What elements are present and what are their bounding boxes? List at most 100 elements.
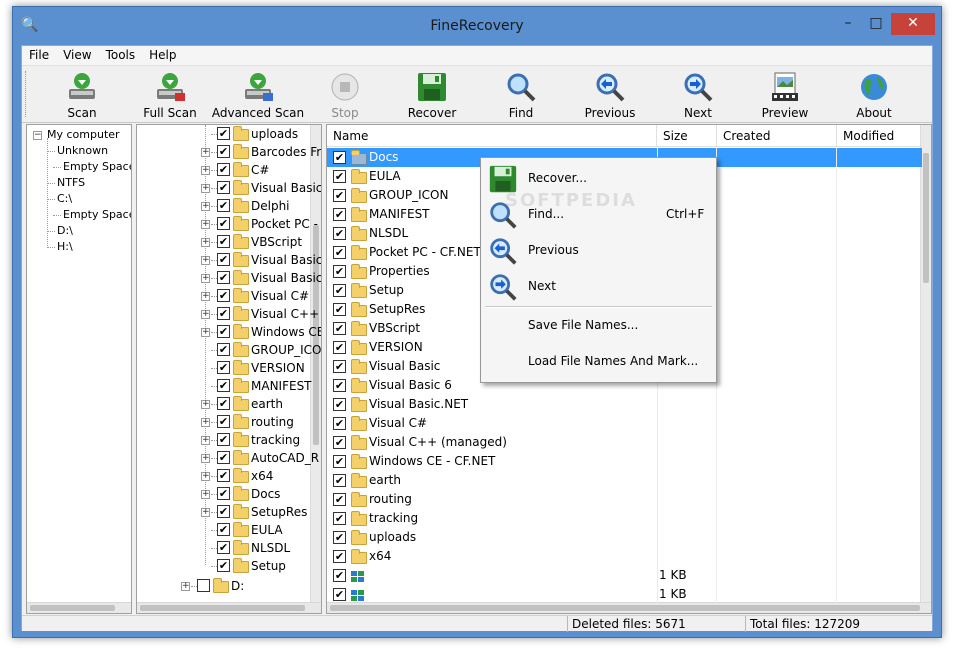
folder-checkbox[interactable]: ✔ <box>217 433 230 446</box>
drive-tree-hscroll[interactable] <box>27 602 131 613</box>
column-header-name[interactable]: Name <box>327 125 657 147</box>
folder-tree-item[interactable]: ✔ MANIFEST <box>137 377 312 395</box>
expand-toggle[interactable]: + <box>201 328 210 337</box>
folder-checkbox[interactable]: ✔ <box>217 289 230 302</box>
row-checkbox[interactable]: ✔ <box>333 170 346 183</box>
folder-tree-item[interactable]: + D: <box>137 577 311 595</box>
context-menu-next[interactable]: Next <box>483 270 714 304</box>
column-header-size[interactable]: Size <box>657 125 717 147</box>
expand-toggle[interactable]: + <box>201 436 210 445</box>
file-list-row[interactable]: ✔ Windows CE - CF.NET <box>327 452 922 471</box>
menu-tools[interactable]: Tools <box>99 46 143 64</box>
folder-tree-item[interactable]: + ✔ Pocket PC - <box>137 215 318 233</box>
collapse-toggle[interactable]: − <box>33 131 42 140</box>
row-checkbox[interactable]: ✔ <box>333 512 346 525</box>
row-checkbox[interactable]: ✔ <box>333 151 346 164</box>
folder-tree-item[interactable]: ✔ NLSDL <box>137 539 311 557</box>
next-button[interactable]: Next <box>668 69 728 121</box>
folder-tree-item[interactable]: + ✔ C# <box>137 161 311 179</box>
file-list-row[interactable]: ✔ routing <box>327 490 922 509</box>
advanced-scan-button[interactable]: Advanced Scan <box>210 69 306 121</box>
file-list-row[interactable]: ✔ Visual C# <box>327 414 922 433</box>
folder-tree-item[interactable]: ✔ uploads <box>137 125 311 143</box>
expand-toggle[interactable]: + <box>181 582 190 591</box>
column-header-created[interactable]: Created <box>717 125 837 147</box>
scan-button[interactable]: Scan <box>52 69 112 121</box>
recover-button[interactable]: Recover <box>402 69 462 121</box>
row-checkbox[interactable]: ✔ <box>333 227 346 240</box>
folder-tree-item[interactable]: + ✔ Visual Basic <box>137 251 321 269</box>
file-list-row[interactable]: ✔ 1 KB <box>327 585 922 604</box>
drive-tree-item[interactable]: Empty Space <box>27 207 131 223</box>
folder-tree-item[interactable]: + ✔ Delphi <box>137 197 311 215</box>
row-checkbox[interactable]: ✔ <box>333 341 346 354</box>
row-checkbox[interactable]: ✔ <box>333 474 346 487</box>
folder-checkbox[interactable]: ✔ <box>217 469 230 482</box>
row-checkbox[interactable]: ✔ <box>333 322 346 335</box>
folder-tree-item[interactable]: + ✔ Visual Basic. <box>137 269 321 287</box>
expand-toggle[interactable]: + <box>201 418 210 427</box>
folder-checkbox[interactable]: ✔ <box>217 271 230 284</box>
context-menu-load-file-names-and-mark[interactable]: Load File Names And Mark... <box>483 349 714 375</box>
folder-checkbox[interactable]: ✔ <box>217 523 230 536</box>
folder-checkbox[interactable]: ✔ <box>217 307 230 320</box>
folder-tree-item[interactable]: + ✔ Docs <box>137 485 311 503</box>
expand-toggle[interactable]: + <box>201 256 210 265</box>
expand-toggle[interactable]: + <box>201 148 210 157</box>
row-checkbox[interactable]: ✔ <box>333 550 346 563</box>
folder-tree-item[interactable]: + ✔ AutoCAD_R <box>137 449 319 467</box>
row-checkbox[interactable]: ✔ <box>333 246 346 259</box>
file-list-row[interactable]: ✔ 1 KB <box>327 566 922 585</box>
expand-toggle[interactable]: + <box>201 454 210 463</box>
row-checkbox[interactable]: ✔ <box>333 379 346 392</box>
folder-checkbox[interactable]: ✔ <box>217 217 230 230</box>
folder-checkbox[interactable]: ✔ <box>217 559 230 572</box>
folder-checkbox[interactable]: ✔ <box>217 199 230 212</box>
drive-tree-item[interactable]: − My computer <box>27 127 131 143</box>
expand-toggle[interactable]: + <box>201 238 210 247</box>
row-checkbox[interactable]: ✔ <box>333 436 346 449</box>
row-checkbox[interactable]: ✔ <box>333 569 346 582</box>
folder-tree-item[interactable]: ✔ Setup <box>137 557 311 575</box>
folder-tree-item[interactable]: ✔ EULA <box>137 521 311 539</box>
folder-checkbox[interactable]: ✔ <box>217 451 230 464</box>
file-list-row[interactable]: ✔ Visual C++ (managed) <box>327 433 922 452</box>
toolbar-grip[interactable] <box>25 71 28 117</box>
folder-tree-item[interactable]: + ✔ Windows CE <box>137 323 321 341</box>
folder-tree-item[interactable]: + ✔ Visual C# <box>137 287 311 305</box>
expand-toggle[interactable]: + <box>201 472 210 481</box>
expand-toggle[interactable]: + <box>201 202 210 211</box>
row-checkbox[interactable]: ✔ <box>333 265 346 278</box>
drive-tree-item[interactable]: Unknown <box>27 143 131 159</box>
about-button[interactable]: About <box>844 69 904 121</box>
context-menu-previous[interactable]: Previous <box>483 234 714 268</box>
folder-checkbox[interactable]: ✔ <box>217 343 230 356</box>
file-list-row[interactable]: ✔ tracking <box>327 509 922 528</box>
find-button[interactable]: Find <box>491 69 551 121</box>
folder-checkbox[interactable] <box>197 579 210 592</box>
expand-toggle[interactable]: + <box>201 508 210 517</box>
folder-checkbox[interactable]: ✔ <box>217 235 230 248</box>
drive-tree-item[interactable]: Empty Space <box>27 159 131 175</box>
close-button[interactable]: ✕ <box>891 13 935 35</box>
folder-tree-item[interactable]: + ✔ SetupRes <box>137 503 311 521</box>
folder-tree-item[interactable]: + ✔ VBScript <box>137 233 311 251</box>
folder-tree-item[interactable]: + ✔ x64 <box>137 467 311 485</box>
folder-tree-item[interactable]: + ✔ tracking <box>137 431 311 449</box>
folder-tree-hscroll[interactable] <box>137 602 321 613</box>
expand-toggle[interactable]: + <box>201 310 210 319</box>
row-checkbox[interactable]: ✔ <box>333 588 346 601</box>
folder-tree-item[interactable]: ✔ VERSION <box>137 359 311 377</box>
scroll-thumb[interactable] <box>30 605 115 611</box>
file-list-row[interactable]: ✔ Visual Basic.NET <box>327 395 922 414</box>
expand-toggle[interactable]: + <box>201 274 210 283</box>
column-header-modified[interactable]: Modified <box>837 125 922 147</box>
scroll-thumb[interactable] <box>140 605 305 611</box>
folder-checkbox[interactable]: ✔ <box>217 379 230 392</box>
file-list-row[interactable]: ✔ earth <box>327 471 922 490</box>
row-checkbox[interactable]: ✔ <box>333 303 346 316</box>
preview-button[interactable]: Preview <box>755 69 815 121</box>
full-scan-button[interactable]: Full Scan <box>140 69 200 121</box>
folder-checkbox[interactable]: ✔ <box>217 541 230 554</box>
row-checkbox[interactable]: ✔ <box>333 531 346 544</box>
